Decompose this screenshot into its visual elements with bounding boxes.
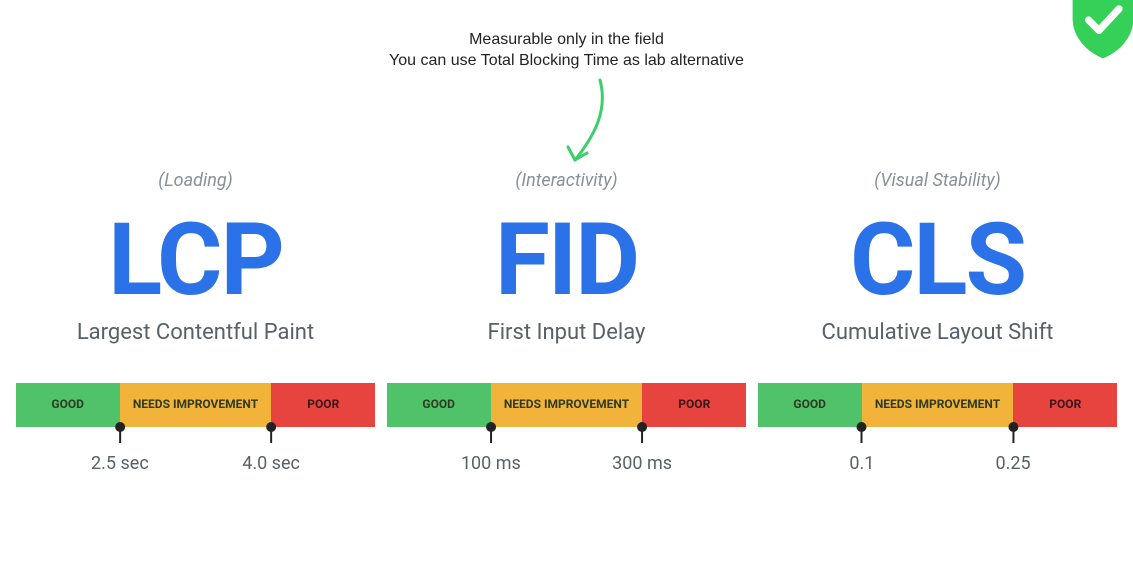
metric-lcp: (Loading) LCP Largest Contentful Paint G…: [16, 170, 376, 477]
annotation-line-1: Measurable only in the field: [389, 30, 744, 51]
metric-fullname: Largest Contentful Paint: [16, 320, 376, 345]
metric-acronym: LCP: [16, 213, 376, 308]
metric-fid: (Interactivity) FID First Input Delay GO…: [387, 170, 747, 477]
threshold-high-label: 300 ms: [612, 453, 672, 474]
metric-category: (Loading): [16, 170, 376, 191]
metric-category: (Interactivity): [387, 170, 747, 191]
annotation-line-2: You can use Total Blocking Time as lab a…: [389, 51, 744, 72]
segment-good: GOOD: [758, 383, 862, 427]
threshold-high-label: 4.0 sec: [242, 453, 300, 474]
segment-poor: POOR: [642, 383, 746, 427]
segment-needs: NEEDS IMPROVEMENT: [862, 383, 1013, 427]
threshold-high-tick: 300 ms: [612, 427, 672, 474]
threshold-low-label: 2.5 sec: [91, 453, 149, 474]
threshold-low-tick: 2.5 sec: [91, 427, 149, 474]
metric-acronym: CLS: [758, 213, 1118, 308]
threshold-high-label: 0.25: [996, 453, 1031, 474]
threshold-high-tick: 4.0 sec: [242, 427, 300, 474]
threshold-ticks: 100 ms 300 ms: [387, 427, 747, 477]
segment-good: GOOD: [16, 383, 120, 427]
metric-fullname: First Input Delay: [387, 320, 747, 345]
threshold-bar: GOOD NEEDS IMPROVEMENT POOR: [387, 383, 747, 427]
segment-poor: POOR: [271, 383, 375, 427]
metric-category: (Visual Stability): [758, 170, 1118, 191]
threshold-ticks: 2.5 sec 4.0 sec: [16, 427, 376, 477]
threshold-low-tick: 0.1: [849, 427, 874, 474]
threshold-ticks: 0.1 0.25: [758, 427, 1118, 477]
segment-good: GOOD: [387, 383, 491, 427]
threshold-bar: GOOD NEEDS IMPROVEMENT POOR: [758, 383, 1118, 427]
arrow-to-fid-icon: [560, 75, 620, 175]
field-only-annotation: Measurable only in the field You can use…: [389, 30, 744, 72]
threshold-low-label: 100 ms: [461, 453, 521, 474]
segment-needs: NEEDS IMPROVEMENT: [491, 383, 642, 427]
segment-needs: NEEDS IMPROVEMENT: [120, 383, 271, 427]
threshold-low-tick: 100 ms: [461, 427, 521, 474]
metric-fullname: Cumulative Layout Shift: [758, 320, 1118, 345]
threshold-bar: GOOD NEEDS IMPROVEMENT POOR: [16, 383, 376, 427]
threshold-high-tick: 0.25: [996, 427, 1031, 474]
threshold-low-label: 0.1: [849, 453, 874, 474]
segment-poor: POOR: [1013, 383, 1117, 427]
core-web-vitals-row: (Loading) LCP Largest Contentful Paint G…: [0, 170, 1133, 477]
metric-cls: (Visual Stability) CLS Cumulative Layout…: [758, 170, 1118, 477]
metric-acronym: FID: [387, 213, 747, 308]
checkmark-shield-icon: [1063, 0, 1133, 60]
